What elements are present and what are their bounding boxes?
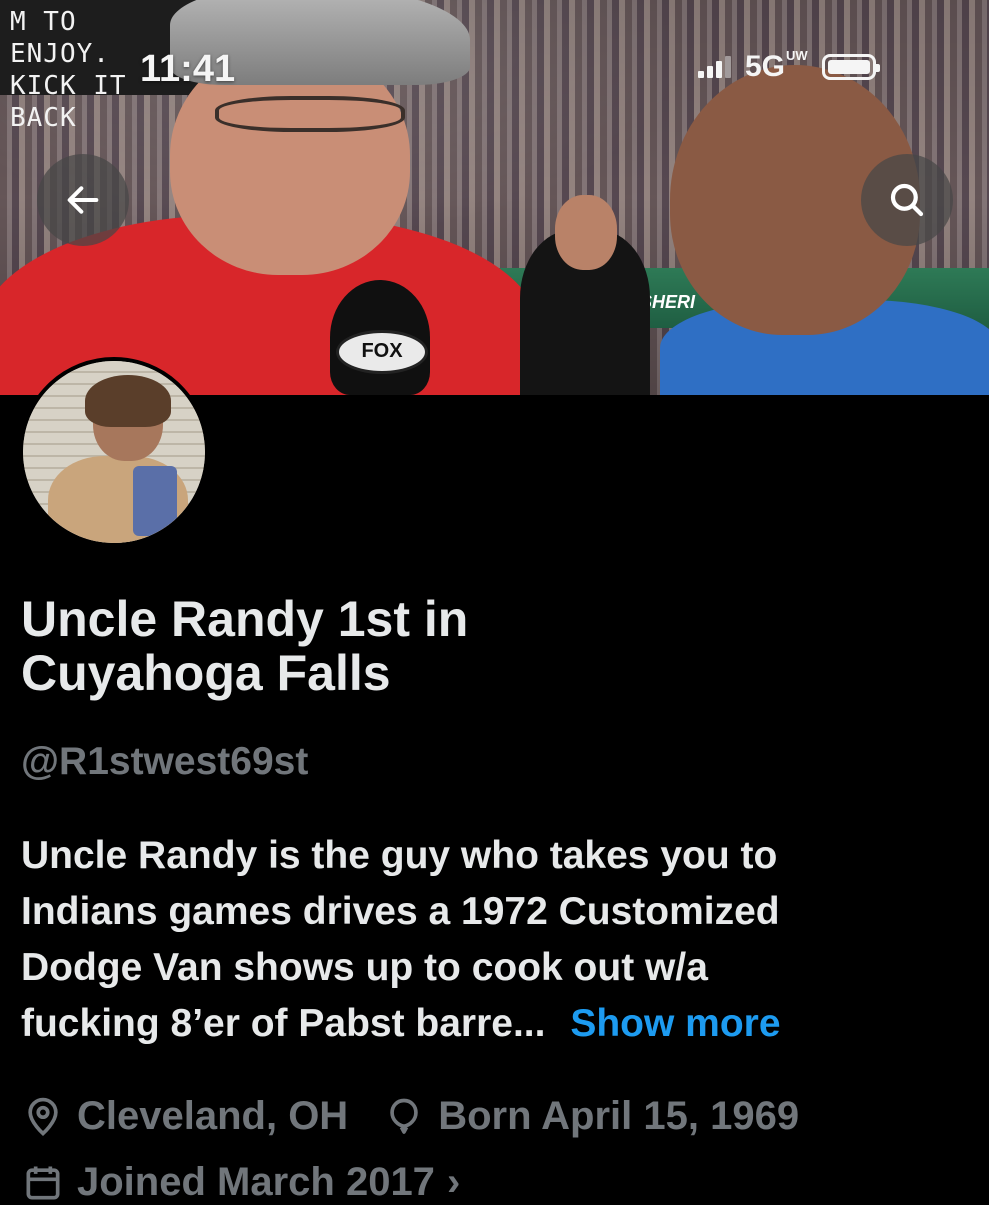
- back-button[interactable]: [37, 154, 129, 246]
- status-indicators: 5GUW: [698, 48, 880, 84]
- status-time: 11:41: [140, 48, 236, 90]
- bio-line-4-text: fucking 8’er of Pabst barre...: [21, 1002, 546, 1045]
- profile-meta-row: Cleveland, OH Born April 15, 1969: [21, 1094, 833, 1139]
- profile-avatar[interactable]: [19, 357, 209, 547]
- joined-text: Joined March 2017: [77, 1160, 435, 1204]
- display-name-line-1: Uncle Randy 1st in: [21, 591, 469, 647]
- location-pin-icon: [28, 1097, 58, 1136]
- birthday-item: Born April 15, 1969: [382, 1094, 799, 1139]
- banner-person-middle-head: [555, 195, 617, 270]
- joined-item[interactable]: Joined March 2017 ›: [21, 1160, 460, 1205]
- bio-line-1: Uncle Randy is the guy who takes you to: [21, 834, 778, 877]
- chevron-right-icon: ›: [446, 1160, 461, 1204]
- search-button[interactable]: [861, 154, 953, 246]
- birthday-text: Born April 15, 1969: [438, 1094, 800, 1138]
- profile-bio: Uncle Randy is the guy who takes you to …: [21, 828, 981, 1052]
- location-text: Cleveland, OH: [77, 1094, 349, 1138]
- network-suffix: UW: [786, 48, 808, 63]
- cellular-signal-icon: [698, 56, 731, 78]
- balloon-icon: [390, 1098, 418, 1134]
- network-label: 5G: [745, 50, 786, 83]
- bio-line-2: Indians games drives a 1972 Customized: [21, 890, 780, 933]
- banner-glasses: [215, 96, 405, 132]
- bio-line-3: Dodge Van shows up to cook out w/a: [21, 946, 708, 989]
- joined-row[interactable]: Joined March 2017 ›: [21, 1160, 494, 1205]
- banner-mic-flag: FOX: [336, 330, 428, 374]
- arrow-left-icon: [67, 186, 99, 214]
- location-item: Cleveland, OH: [21, 1094, 348, 1139]
- bio-line-4: fucking 8’er of Pabst barre... Show more: [21, 996, 981, 1052]
- battery-icon: [821, 54, 880, 80]
- show-more-link[interactable]: Show more: [570, 1002, 780, 1045]
- calendar-icon: [26, 1166, 60, 1199]
- profile-handle: @R1stwest69st: [21, 740, 309, 783]
- profile-display-name: Uncle Randy 1st in Cuyahoga Falls: [21, 592, 921, 700]
- network-type: 5GUW: [745, 48, 808, 84]
- search-icon: [890, 183, 924, 217]
- display-name-line-2: Cuyahoga Falls: [21, 645, 391, 701]
